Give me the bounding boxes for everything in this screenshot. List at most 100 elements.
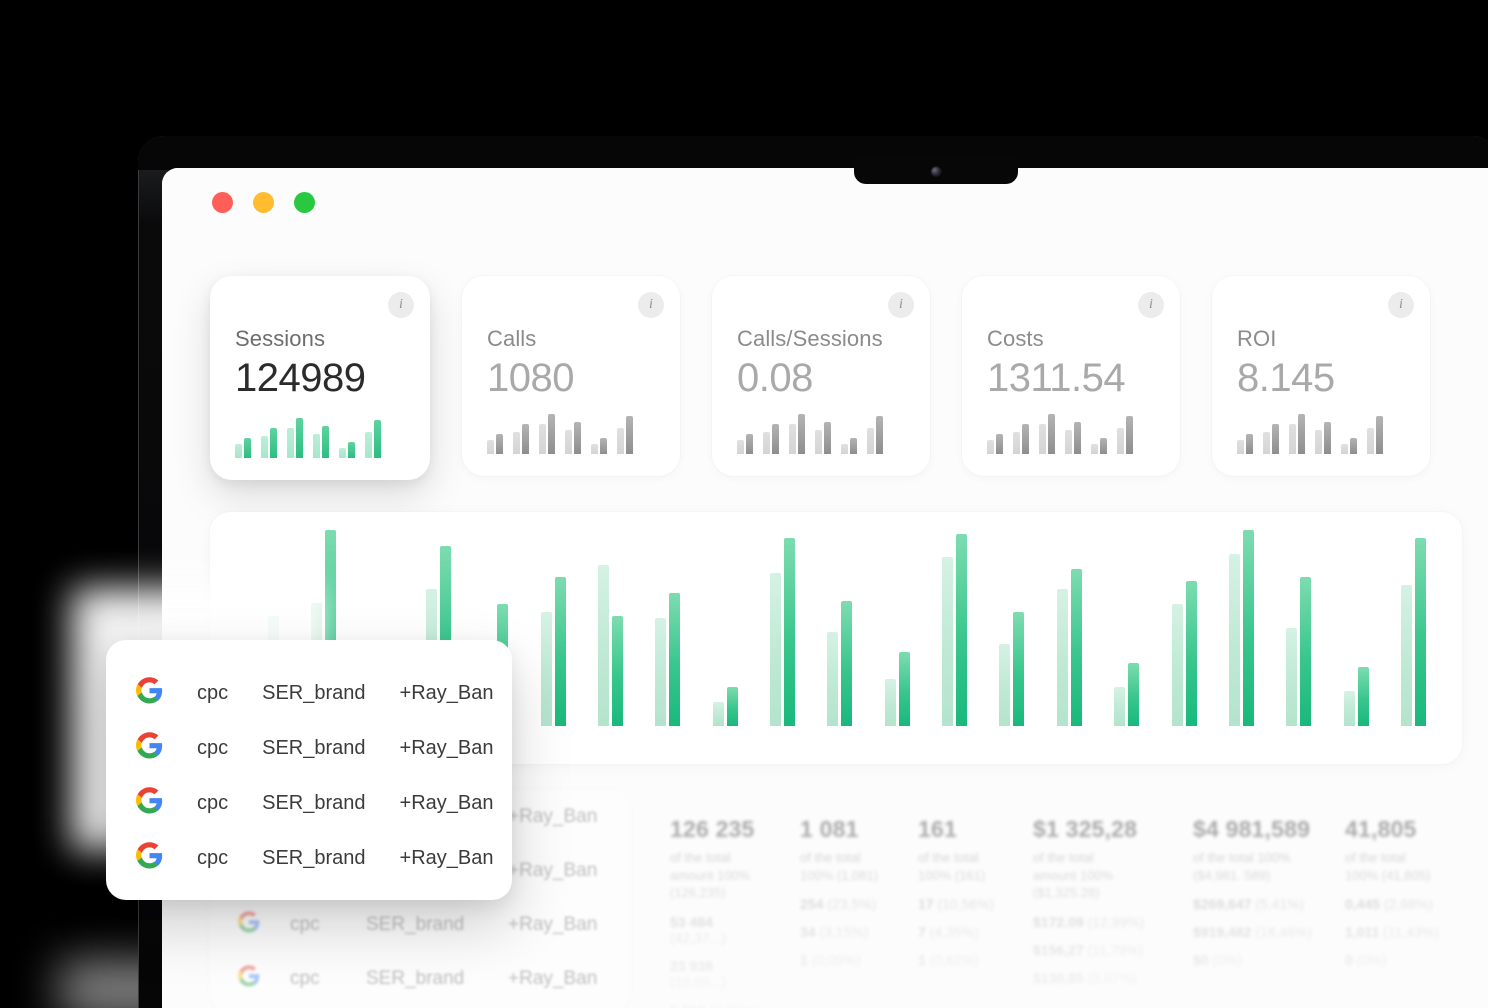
kpi-label: Calls/Sessions <box>737 326 883 352</box>
summary-total: 1 081 <box>800 816 890 843</box>
window-controls[interactable] <box>212 192 315 213</box>
row-keyword: +Ray_Ban <box>508 914 597 936</box>
sparkline-bar-dark <box>1246 434 1253 454</box>
chart-bar-group[interactable] <box>713 530 738 726</box>
sparkline-bar-dark <box>1298 414 1305 454</box>
overlay-row[interactable]: cpcSER_brand+Ray_Ban <box>106 776 512 831</box>
summary-total: 41,805 <box>1345 816 1457 843</box>
sparkline-bar-light <box>815 430 822 454</box>
kpi-card-calls[interactable]: iCalls1080 <box>462 276 680 476</box>
kpi-value: 1080 <box>487 356 574 401</box>
sparkline-pair <box>1013 424 1029 454</box>
chart-bar-group[interactable] <box>1172 530 1197 726</box>
summary-line: 1 (0,62%) <box>918 952 1005 968</box>
chart-bar-current <box>669 593 680 726</box>
chart-bar-previous <box>770 573 781 726</box>
chart-bar-current <box>1415 538 1426 726</box>
summary-subtitle: of the total 100% (161) <box>918 849 1005 884</box>
sparkline-bar-dark <box>374 420 381 458</box>
summary-line-pct: (0,62%) <box>930 952 979 968</box>
table-row[interactable]: cpcSER_brand+Ray_Ban <box>210 952 630 1006</box>
sparkline-bar-dark <box>772 424 779 454</box>
summary-line-pct: (4,35%) <box>930 924 979 940</box>
info-icon[interactable]: i <box>388 292 414 318</box>
overlay-row[interactable]: cpcSER_brand+Ray_Ban <box>106 721 512 776</box>
chart-bar-group[interactable] <box>999 530 1024 726</box>
summary-line: 0,445 (2,66%) <box>1345 896 1457 912</box>
kpi-card-calls-sessions[interactable]: iCalls/Sessions 0.08 <box>712 276 930 476</box>
chart-bar-group[interactable] <box>1057 530 1082 726</box>
sparkline-bar-light <box>789 424 796 454</box>
chart-bar-group[interactable] <box>827 530 852 726</box>
kpi-value: 0.08 <box>737 356 813 401</box>
row-medium: cpc <box>290 968 336 990</box>
kpi-card-roi[interactable]: iROI8.145 <box>1212 276 1430 476</box>
summary-line: $172.09 (12,99%) <box>1033 914 1165 930</box>
overlay-row-keyword: +Ray_Ban <box>400 737 494 760</box>
sparkline-bar-dark <box>1376 416 1383 454</box>
chart-bar-group[interactable] <box>1344 530 1369 726</box>
screenshot-stage: iSessions124989iCalls1080iCalls/Sessions… <box>0 0 1488 1008</box>
sparkline-pair <box>513 424 529 454</box>
summary-line-pct: (0%) <box>1357 952 1387 968</box>
close-button[interactable] <box>212 192 233 213</box>
chart-bar-group[interactable] <box>770 530 795 726</box>
kpi-card-costs[interactable]: iCosts1311.54 <box>962 276 1180 476</box>
sparkline-bar-light <box>487 440 494 454</box>
summary-column: 1 081of the total 100% (1,081)254 (23,5%… <box>772 792 890 1008</box>
chart-bar-group[interactable] <box>541 530 566 726</box>
sparkline-bar-light <box>235 444 242 458</box>
sparkline-bar-light <box>565 430 572 454</box>
info-icon[interactable]: i <box>1138 292 1164 318</box>
sparkline-pair <box>261 428 277 458</box>
sparkline-bar-dark <box>496 434 503 454</box>
kpi-sparkline <box>737 414 883 454</box>
overlay-row[interactable]: cpcSER_brand+Ray_Ban <box>106 831 512 886</box>
sparkline-pair <box>1341 438 1357 454</box>
google-icon <box>238 911 260 939</box>
sparkline-pair <box>1039 414 1055 454</box>
summary-line: 1 (0,09%) <box>800 952 890 968</box>
floating-rows-panel[interactable]: cpcSER_brand+Ray_BancpcSER_brand+Ray_Ban… <box>106 640 512 900</box>
table-row[interactable]: cpcSER_brand+Ray_Ban <box>210 898 630 952</box>
sparkline-pair <box>737 434 753 454</box>
info-icon[interactable]: i <box>1388 292 1414 318</box>
summary-column: 41,805of the total 100% (41,805)0,445 (2… <box>1317 792 1457 1008</box>
sparkline-bar-light <box>867 428 874 454</box>
chart-bar-group[interactable] <box>1114 530 1139 726</box>
chart-bar-group[interactable] <box>885 530 910 726</box>
overlay-row[interactable]: cpcSER_brand+Ray_Ban <box>106 666 512 721</box>
summary-line: 17 (10,56%) <box>918 896 1005 912</box>
chart-bar-group[interactable] <box>1401 530 1426 726</box>
row-campaign: SER_brand <box>366 968 478 990</box>
summary-line: 5 510 (4,39%) <box>670 1002 772 1008</box>
sparkline-bar-dark <box>322 426 329 458</box>
overlay-row-keyword: +Ray_Ban <box>400 847 494 870</box>
info-icon[interactable]: i <box>888 292 914 318</box>
overlay-row-medium: cpc <box>197 682 228 705</box>
summary-line: 0 (0%) <box>1345 952 1457 968</box>
chart-bar-group[interactable] <box>1229 530 1254 726</box>
sparkline-pair <box>565 422 581 454</box>
overlay-row-keyword: +Ray_Ban <box>400 792 494 815</box>
sparkline-pair <box>287 418 303 458</box>
row-keyword: +Ray_Ban <box>508 806 597 828</box>
kpi-card-sessions[interactable]: iSessions124989 <box>210 276 430 480</box>
info-icon[interactable]: i <box>638 292 664 318</box>
chart-bar-previous <box>1229 554 1240 726</box>
maximize-button[interactable] <box>294 192 315 213</box>
chart-bar-group[interactable] <box>1286 530 1311 726</box>
google-icon <box>238 965 260 993</box>
chart-bar-current <box>841 601 852 726</box>
summary-line-pct: (23,5%) <box>827 896 876 912</box>
summary-line-pct: (11,79%) <box>1088 942 1144 958</box>
summary-metrics-row: 126 235of the total amount 100% (126,235… <box>642 792 1488 1008</box>
overlay-row-campaign: SER_brand <box>262 682 365 705</box>
sparkline-bar-dark <box>1022 424 1029 454</box>
chart-bar-group[interactable] <box>598 530 623 726</box>
chart-bar-group[interactable] <box>942 530 967 726</box>
minimize-button[interactable] <box>253 192 274 213</box>
sparkline-bar-light <box>987 440 994 454</box>
chart-bar-group[interactable] <box>655 530 680 726</box>
summary-line: $919,482 (18,46%) <box>1193 924 1317 940</box>
